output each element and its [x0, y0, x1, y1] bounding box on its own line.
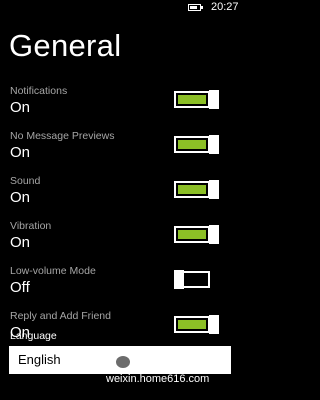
- setting-low-volume-mode[interactable]: Low-volume Mode Off: [0, 265, 240, 305]
- language-label: Language: [10, 330, 57, 342]
- reply-and-add-friend-toggle[interactable]: [174, 315, 220, 334]
- setting-value: Off: [10, 279, 30, 296]
- toggle-thumb[interactable]: [209, 225, 219, 244]
- toggle-thumb[interactable]: [209, 315, 219, 334]
- sound-toggle[interactable]: [174, 180, 220, 199]
- notifications-toggle[interactable]: [174, 90, 220, 109]
- toggle-thumb[interactable]: [209, 180, 219, 199]
- toggle-thumb[interactable]: [174, 270, 184, 289]
- low-volume-mode-toggle[interactable]: [174, 270, 220, 289]
- setting-label: Reply and Add Friend: [10, 310, 111, 322]
- toggle-thumb[interactable]: [209, 90, 219, 109]
- setting-notifications[interactable]: Notifications On: [0, 85, 240, 125]
- setting-value: On: [10, 234, 31, 251]
- setting-label: Notifications: [10, 85, 68, 97]
- setting-vibration[interactable]: Vibration On: [0, 220, 240, 260]
- watermark: weixin.home616.com: [92, 356, 240, 385]
- battery-icon: [188, 4, 203, 11]
- setting-label: Vibration: [10, 220, 52, 232]
- wechat-icon: [116, 356, 130, 368]
- page-title: General: [9, 28, 122, 63]
- setting-label: Low-volume Mode: [10, 265, 96, 277]
- toggle-thumb[interactable]: [209, 135, 219, 154]
- setting-value: On: [10, 189, 31, 206]
- watermark-text: weixin.home616.com: [106, 373, 210, 385]
- no-message-previews-toggle[interactable]: [174, 135, 220, 154]
- setting-sound[interactable]: Sound On: [0, 175, 240, 215]
- status-bar: 20:27: [0, 0, 240, 16]
- status-time: 20:27: [211, 1, 239, 13]
- setting-value: On: [10, 99, 31, 116]
- setting-label: No Message Previews: [10, 130, 115, 142]
- setting-label: Sound: [10, 175, 41, 187]
- vibration-toggle[interactable]: [174, 225, 220, 244]
- language-select-value: English: [18, 352, 61, 367]
- setting-no-message-previews[interactable]: No Message Previews On: [0, 130, 240, 170]
- setting-value: On: [10, 144, 31, 161]
